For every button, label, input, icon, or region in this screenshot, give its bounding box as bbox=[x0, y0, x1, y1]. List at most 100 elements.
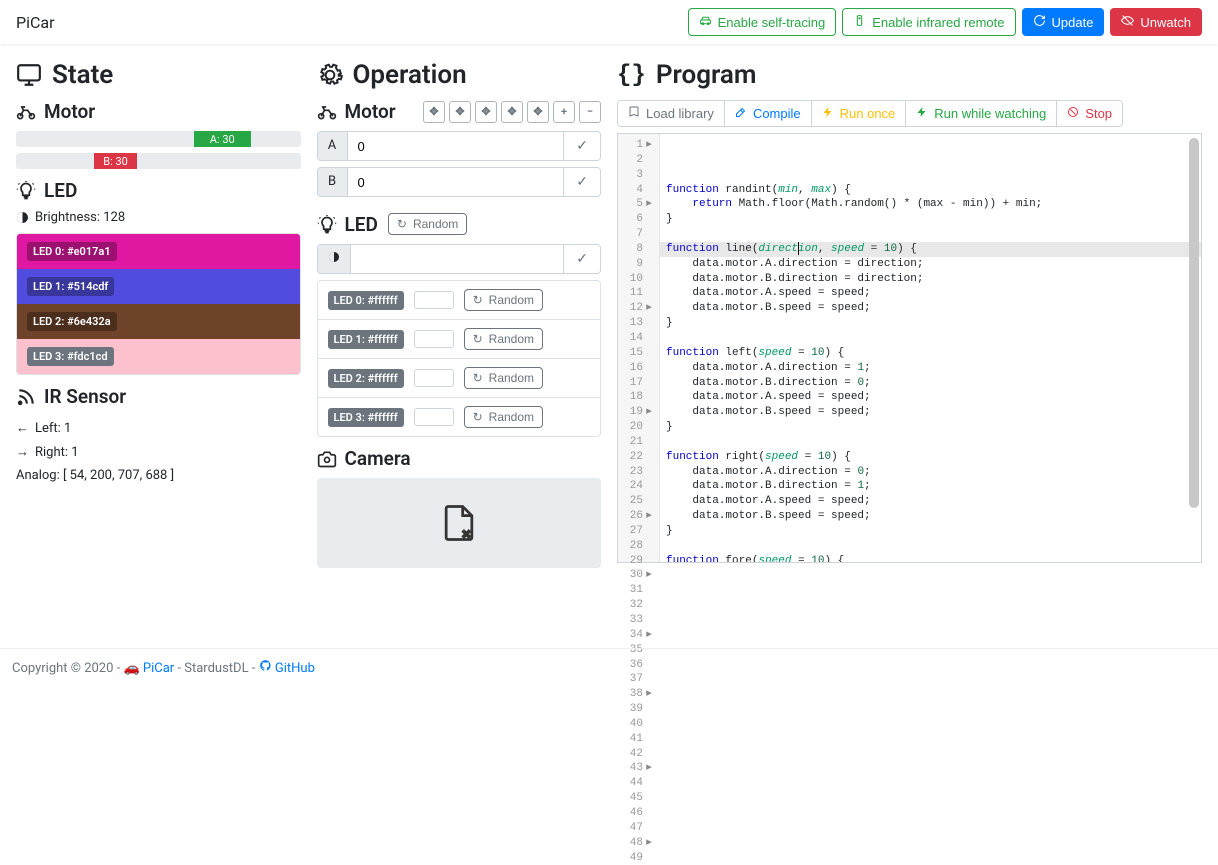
broken-file-icon bbox=[437, 501, 481, 545]
rss-icon bbox=[16, 387, 36, 407]
operation-heading: Operation bbox=[317, 60, 602, 90]
motor-a-input-group: A ✓ bbox=[317, 131, 602, 161]
ir-heading: IR Sensor bbox=[16, 385, 301, 408]
brightness-input-group: ✓ bbox=[317, 244, 602, 274]
footer: Copyright © 2020 - 🚗 PiCar - StardustDL … bbox=[0, 648, 1218, 686]
op-led-color-input[interactable] bbox=[414, 408, 454, 426]
state-heading: State bbox=[16, 60, 301, 90]
op-led-badge: LED 2: #ffffff bbox=[328, 369, 404, 388]
op-led-color-input[interactable] bbox=[414, 291, 454, 309]
braces-icon: {} bbox=[617, 62, 646, 89]
motorcycle-icon bbox=[16, 102, 36, 122]
load-library-button[interactable]: Load library bbox=[618, 101, 725, 126]
refresh-icon: ↻ bbox=[473, 332, 483, 346]
op-led-row: LED 1: #ffffff ↻ Random bbox=[318, 320, 601, 359]
state-led-heading: LED bbox=[16, 179, 301, 202]
motorcycle-icon bbox=[317, 102, 337, 122]
remote-icon bbox=[853, 14, 866, 30]
refresh-icon: ↻ bbox=[473, 371, 483, 385]
stop-button[interactable]: Stop bbox=[1057, 101, 1122, 126]
op-led-random-button[interactable]: ↻ Random bbox=[464, 328, 543, 350]
led-icon bbox=[16, 181, 36, 201]
refresh-icon: ↻ bbox=[397, 217, 407, 231]
motor-minus-button[interactable]: − bbox=[579, 101, 601, 123]
gear-icon bbox=[317, 62, 343, 88]
op-led-row: LED 0: #ffffff ↻ Random bbox=[318, 281, 601, 320]
op-led-badge: LED 1: #ffffff bbox=[328, 330, 404, 349]
ir-left: ←Left: 1 bbox=[16, 416, 301, 440]
op-led-random-button[interactable]: ↻ Random bbox=[464, 289, 543, 311]
unwatch-button[interactable]: Unwatch bbox=[1110, 8, 1202, 36]
state-column: State Motor A: 30 B: 30 LED Brightness: … bbox=[8, 52, 309, 568]
refresh-icon: ↻ bbox=[473, 293, 483, 307]
motor-b-input[interactable] bbox=[348, 168, 564, 196]
brightness-input[interactable] bbox=[351, 245, 564, 273]
run-once-button[interactable]: Run once bbox=[812, 101, 907, 126]
brightness-icon bbox=[328, 251, 340, 263]
state-led-row: LED 2: #6e432a bbox=[17, 304, 300, 339]
state-led-badge: LED 3: #fdc1cd bbox=[27, 347, 114, 366]
motor-b-bar: B: 30 bbox=[94, 153, 137, 169]
motor-dir-1-button[interactable]: ✥ bbox=[423, 101, 445, 123]
enable-infrared-button[interactable]: Enable infrared remote bbox=[842, 8, 1015, 36]
state-led-badge: LED 1: #514cdf bbox=[27, 277, 114, 296]
op-led-random-button[interactable]: ↻ Random bbox=[464, 406, 543, 428]
enable-self-tracing-button[interactable]: Enable self-tracing bbox=[688, 8, 837, 36]
motor-dir-3-button[interactable]: ✥ bbox=[475, 101, 497, 123]
operation-led-list: LED 0: #ffffff ↻ Random LED 1: #ffffff ↻… bbox=[317, 280, 602, 437]
github-icon bbox=[259, 661, 272, 676]
op-led-random-button[interactable]: ↻ Random bbox=[464, 367, 543, 389]
program-toolbar: Load library Compile Run once Run while … bbox=[617, 100, 1123, 127]
footer-picar-link[interactable]: PiCar bbox=[143, 661, 174, 676]
operation-column: Operation Motor ✥ ✥ ✥ ✥ ✥ + − A ✓ B ✓ bbox=[309, 52, 610, 568]
random-all-button[interactable]: ↻ Random bbox=[388, 213, 467, 235]
camera-heading: Camera bbox=[317, 447, 602, 470]
eye-off-icon bbox=[1121, 14, 1134, 30]
brightness-icon bbox=[16, 211, 29, 224]
run-watch-button[interactable]: Run while watching bbox=[906, 101, 1057, 126]
led-icon bbox=[317, 215, 337, 235]
car-icon bbox=[699, 14, 712, 30]
op-motor-heading: Motor ✥ ✥ ✥ ✥ ✥ + − bbox=[317, 100, 602, 123]
state-led-row: LED 3: #fdc1cd bbox=[17, 339, 300, 374]
motor-plus-button[interactable]: + bbox=[553, 101, 575, 123]
program-column: {} Program Load library Compile Run once… bbox=[609, 52, 1210, 568]
motor-dir-5-button[interactable]: ✥ bbox=[527, 101, 549, 123]
refresh-icon bbox=[1033, 14, 1046, 30]
op-led-badge: LED 3: #ffffff bbox=[328, 408, 404, 427]
state-led-row: LED 0: #e017a1 bbox=[17, 234, 300, 269]
hammer-icon bbox=[735, 106, 747, 121]
editor-scrollbar[interactable] bbox=[1189, 138, 1199, 558]
ir-right: →Right: 1 bbox=[16, 440, 301, 464]
camera-icon bbox=[317, 449, 337, 469]
code-editor[interactable]: 1▸2345▸6789101112▸13141516171819▸2021222… bbox=[617, 133, 1202, 563]
motor-a-submit[interactable]: ✓ bbox=[563, 132, 600, 160]
state-led-list: LED 0: #e017a1 LED 1: #514cdf LED 2: #6e43… bbox=[16, 233, 301, 375]
update-button[interactable]: Update bbox=[1022, 8, 1105, 36]
brightness-submit[interactable]: ✓ bbox=[563, 245, 600, 273]
motor-b-prefix: B bbox=[318, 168, 348, 196]
book-icon bbox=[628, 106, 640, 121]
program-heading: {} Program bbox=[617, 60, 1202, 90]
state-led-badge: LED 0: #e017a1 bbox=[27, 242, 117, 261]
brightness-label: Brightness: 128 bbox=[16, 210, 301, 225]
op-led-color-input[interactable] bbox=[414, 369, 454, 387]
car-icon: 🚗 bbox=[123, 661, 139, 676]
state-led-badge: LED 2: #6e432a bbox=[27, 312, 117, 331]
brightness-icon-prefix bbox=[318, 245, 351, 273]
footer-github-link[interactable]: GitHub bbox=[275, 661, 315, 676]
compile-button[interactable]: Compile bbox=[725, 101, 812, 126]
monitor-icon bbox=[16, 62, 42, 88]
op-led-row: LED 2: #ffffff ↻ Random bbox=[318, 359, 601, 398]
motor-b-submit[interactable]: ✓ bbox=[563, 168, 600, 196]
motor-dir-2-button[interactable]: ✥ bbox=[449, 101, 471, 123]
stop-icon bbox=[1067, 106, 1079, 121]
arrow-left-icon: ← bbox=[16, 420, 29, 436]
motor-a-input[interactable] bbox=[348, 132, 564, 160]
motor-dir-4-button[interactable]: ✥ bbox=[501, 101, 523, 123]
arrow-right-icon: → bbox=[16, 444, 29, 460]
motor-a-bar: A: 30 bbox=[194, 131, 251, 147]
op-led-color-input[interactable] bbox=[414, 330, 454, 348]
navbar: PiCar Enable self-tracing Enable infrare… bbox=[0, 0, 1218, 44]
motor-a-progress: A: 30 bbox=[16, 131, 301, 147]
